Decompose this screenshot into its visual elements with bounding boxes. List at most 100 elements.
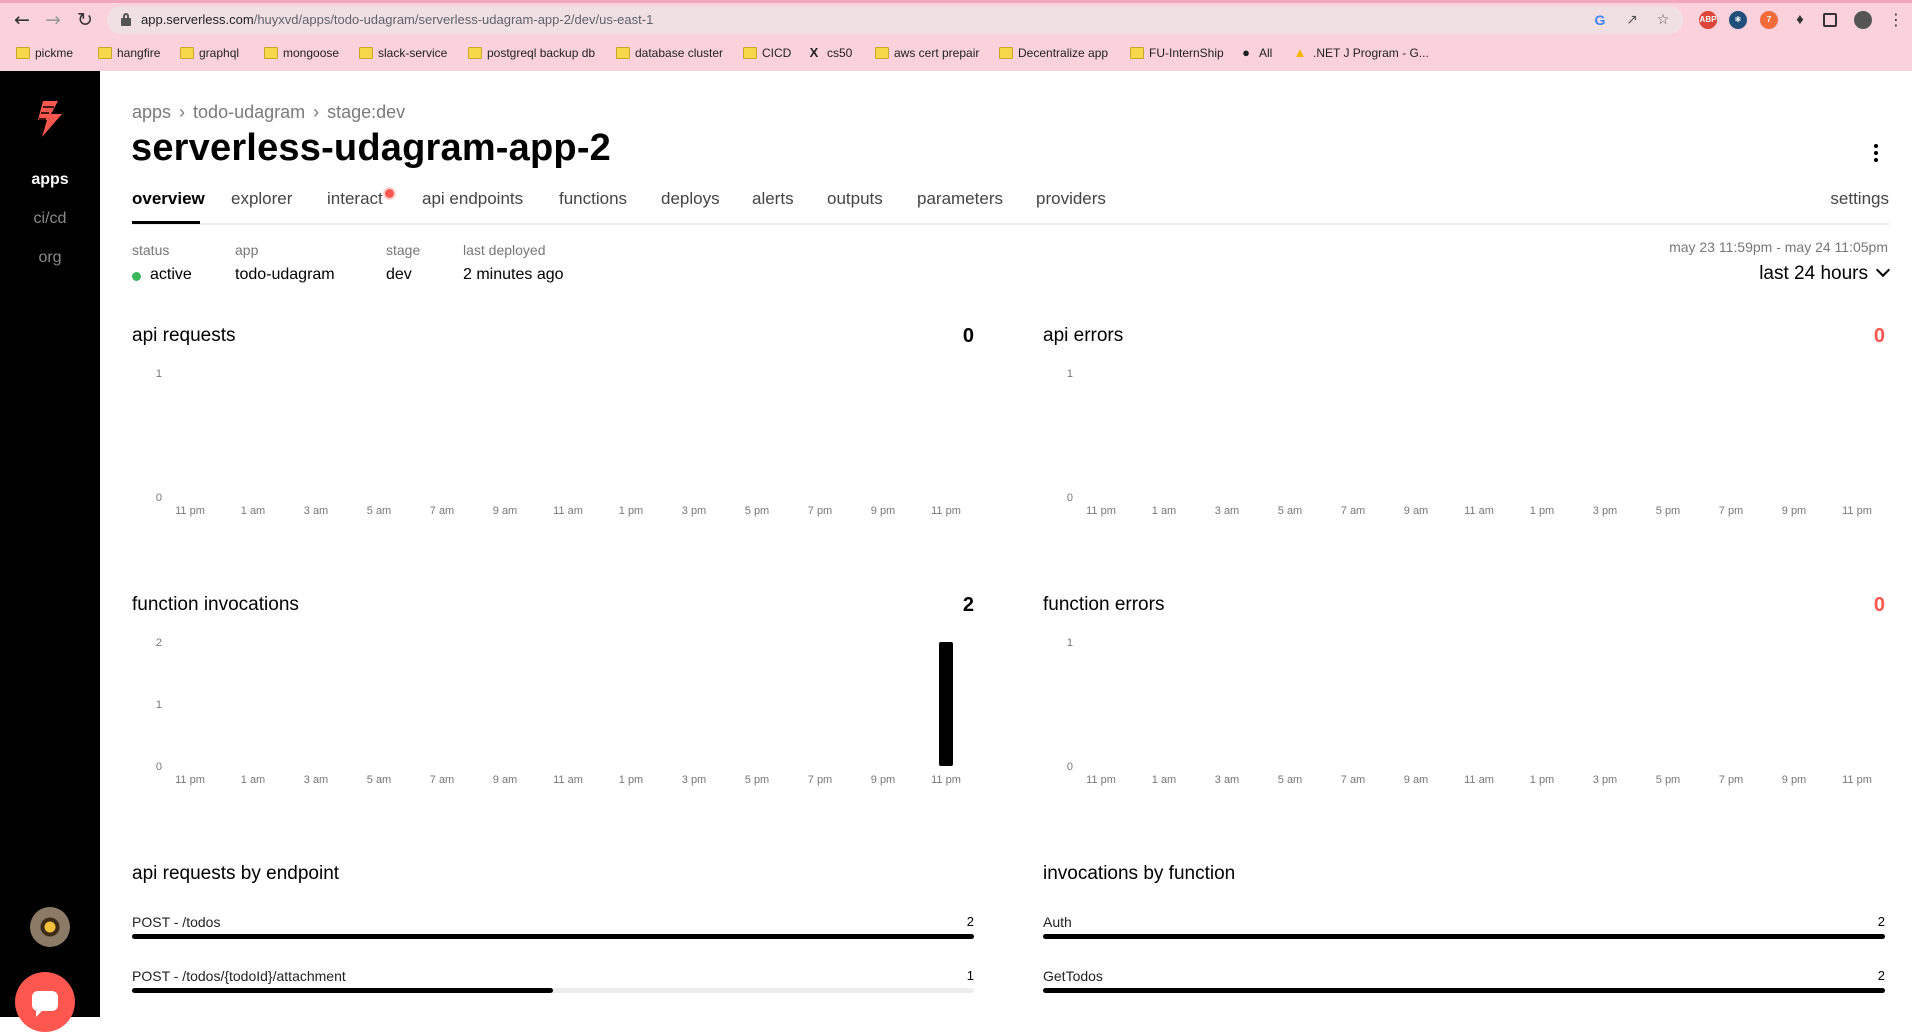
bookmark-item[interactable]: mongoose [262, 44, 339, 62]
bookmark-label: mongoose [283, 46, 340, 60]
x-logo-icon: X [809, 45, 819, 60]
bookmark-item[interactable]: Decentralize app [997, 44, 1108, 62]
puzzle-icon[interactable]: ♦ [1791, 11, 1809, 29]
x-tick-label: 1 pm [619, 774, 643, 786]
bookmark-item[interactable]: ● All [1238, 44, 1272, 62]
bookmark-item[interactable]: hangfire [96, 44, 160, 62]
y-tick-label: 0 [156, 492, 162, 504]
profile-avatar-icon[interactable] [1854, 11, 1872, 29]
breadcrumb-app[interactable]: todo-udagram [193, 102, 305, 122]
breakdown-row[interactable]: POST - /todos/{todoId}/attachment 1 [132, 968, 974, 998]
breadcrumb-stage[interactable]: stage:dev [327, 102, 405, 122]
chart-bar[interactable] [939, 642, 953, 766]
forward-icon[interactable]: → [41, 8, 65, 32]
folder-icon [999, 47, 1013, 59]
breadcrumb-apps[interactable]: apps [132, 102, 171, 122]
x-tick-label: 11 am [553, 505, 583, 517]
tab-functions[interactable]: functions [559, 189, 627, 209]
y-tick-label: 1 [156, 368, 162, 380]
bookmark-item[interactable]: FU-InternShip [1128, 44, 1224, 62]
bookmark-label: graphql [199, 46, 240, 60]
url-text[interactable]: app.serverless.com/huyxvd/apps/todo-udag… [141, 12, 653, 27]
folder-icon [264, 47, 278, 59]
x-tick-label: 3 pm [1593, 774, 1617, 786]
breakdown-row[interactable]: POST - /todos 2 [132, 914, 974, 944]
sidebar-item-apps[interactable]: apps [0, 171, 100, 189]
google-icon[interactable]: G [1591, 11, 1609, 29]
x-tick-label: 7 am [1341, 774, 1365, 786]
y-tick-label: 2 [156, 637, 162, 649]
x-tick-label: 1 am [241, 505, 265, 517]
x-tick-label: 1 am [1152, 774, 1176, 786]
x-tick-label: 1 pm [1530, 505, 1554, 517]
reload-icon[interactable]: ↻ [73, 8, 97, 32]
app-label: app [235, 242, 259, 258]
x-tick-label: 5 am [367, 505, 391, 517]
extension-icon[interactable]: 7 [1760, 11, 1778, 29]
tab-outputs[interactable]: outputs [827, 189, 883, 209]
folder-icon [1130, 47, 1144, 59]
y-tick-label: 1 [1067, 368, 1073, 380]
address-bar[interactable]: app.serverless.com/huyxvd/apps/todo-udag… [107, 6, 1683, 34]
folder-icon [743, 47, 757, 59]
tab-providers[interactable]: providers [1036, 189, 1106, 209]
back-icon[interactable]: ← [10, 8, 34, 32]
breakdown-row[interactable]: GetTodos 2 [1043, 968, 1885, 998]
bookmark-item[interactable]: database cluster [614, 44, 723, 62]
last-deployed-value: 2 minutes ago [463, 266, 564, 283]
api-errors-panel: api errors 0 1 0 11 pm 1 am 3 am 5 am 7 am 9 am… [1043, 325, 1885, 545]
star-icon[interactable]: ☆ [1654, 11, 1672, 29]
more-options-icon[interactable] [1872, 144, 1880, 168]
side-panel-icon[interactable] [1823, 13, 1837, 27]
function-invocations-panel: function invocations 2 2 1 0 11 pm 1 am 3 am 5… [132, 594, 974, 814]
bookmark-item[interactable]: postgreql backup db [466, 44, 595, 62]
browser-menu-icon[interactable]: ⋮ [1884, 8, 1908, 32]
breakdown-bar-track [1043, 988, 1885, 993]
breakdown-count: 1 [966, 968, 974, 983]
api-requests-panel: api requests 0 1 0 11 pm 1 am 3 am 5 am 7 am 9 … [132, 325, 974, 545]
stage-label: stage [386, 242, 421, 258]
tab-explorer[interactable]: explorer [231, 189, 292, 209]
tab-parameters[interactable]: parameters [917, 189, 1003, 209]
tab-deploys[interactable]: deploys [661, 189, 720, 209]
chart-title: api errors [1043, 325, 1124, 346]
x-tick-label: 11 am [1464, 774, 1494, 786]
x-tick-label: 3 pm [682, 774, 706, 786]
x-tick-label: 9 am [493, 774, 517, 786]
tab-alerts[interactable]: alerts [752, 189, 794, 209]
sidebar-item-org[interactable]: org [0, 249, 100, 267]
user-avatar[interactable] [30, 907, 70, 947]
breakdown-row[interactable]: Auth 2 [1043, 914, 1885, 944]
x-tick-label: 11 pm [1086, 505, 1116, 517]
x-tick-label: 1 pm [619, 505, 643, 517]
react-devtools-icon[interactable]: ⚛ [1729, 11, 1747, 29]
share-icon[interactable]: ↗ [1623, 11, 1641, 29]
time-range-select[interactable]: last 24 hours [1759, 262, 1891, 285]
x-tick-label: 5 am [1278, 505, 1302, 517]
tab-settings[interactable]: settings [1830, 189, 1889, 209]
sidebar-item-cicd[interactable]: ci/cd [0, 210, 100, 228]
x-tick-label: 7 am [430, 774, 454, 786]
chart-title: function invocations [132, 594, 299, 615]
bookmark-label: cs50 [827, 46, 853, 60]
tab-api-endpoints[interactable]: api endpoints [422, 189, 523, 209]
bookmark-item[interactable]: graphql [178, 44, 239, 62]
bookmark-item[interactable]: aws cert prepair [873, 44, 979, 62]
bookmark-item[interactable]: slack-service [357, 44, 447, 62]
breakdown-bar-fill [1043, 934, 1885, 939]
tab-overview[interactable]: overview [132, 189, 205, 209]
x-tick-label: 9 pm [871, 505, 895, 517]
bookmark-label: All [1259, 46, 1273, 60]
bookmark-label: aws cert prepair [894, 46, 980, 60]
bookmark-item[interactable]: ▲ .NET J Program - G... [1292, 44, 1429, 62]
tab-interact[interactable]: interact [327, 189, 383, 209]
y-tick-label: 0 [1067, 492, 1073, 504]
adblock-icon[interactable]: ABP [1699, 11, 1717, 29]
x-tick-label: 1 pm [1530, 774, 1554, 786]
folder-icon [359, 47, 373, 59]
bookmark-item[interactable]: pickme [14, 44, 73, 62]
serverless-logo-icon[interactable] [34, 99, 66, 139]
bookmark-item[interactable]: CICD [741, 44, 791, 62]
bookmark-item[interactable]: Xcs50 [806, 44, 853, 62]
chat-button[interactable] [15, 972, 75, 1032]
